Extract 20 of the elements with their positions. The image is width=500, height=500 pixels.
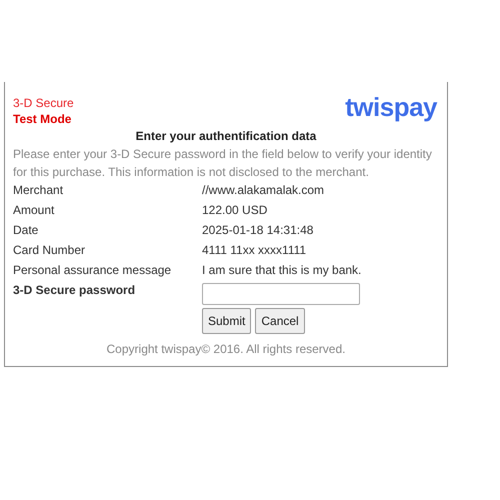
detail-value: 4111 11xx xxxx1111 bbox=[202, 242, 308, 259]
detail-value: //www.alakamalak.com bbox=[202, 182, 326, 199]
detail-value: 2025-01-18 14:31:48 bbox=[202, 222, 314, 239]
detail-label: Merchant bbox=[13, 182, 64, 199]
intro-text: Please enter your 3-D Secure password in the field below to verify your identity for this purchase. This information is not disclosed to the merchant. bbox=[13, 146, 433, 181]
cancel-button[interactable]: Cancel bbox=[255, 308, 305, 334]
detail-label: Date bbox=[13, 222, 40, 239]
detail-value: 122.00 USD bbox=[202, 202, 268, 219]
detail-label: Amount bbox=[13, 202, 56, 219]
submit-button[interactable]: Submit bbox=[202, 308, 252, 334]
copyright-text: Copyright twispay© 2016. All rights reserved. bbox=[106, 342, 346, 356]
password-field[interactable] bbox=[202, 283, 360, 305]
detail-value: I am sure that this is my bank. bbox=[202, 262, 362, 279]
heading: Enter your authentification data bbox=[134, 128, 318, 145]
password-label: 3-D Secure password bbox=[13, 282, 136, 299]
mode-label: Test Mode bbox=[13, 112, 72, 126]
logo: twispay bbox=[345, 94, 437, 120]
detail-label: Personal assurance message bbox=[13, 262, 172, 279]
detail-label: Card Number bbox=[13, 242, 86, 259]
page-title: 3-D Secure bbox=[13, 96, 74, 110]
